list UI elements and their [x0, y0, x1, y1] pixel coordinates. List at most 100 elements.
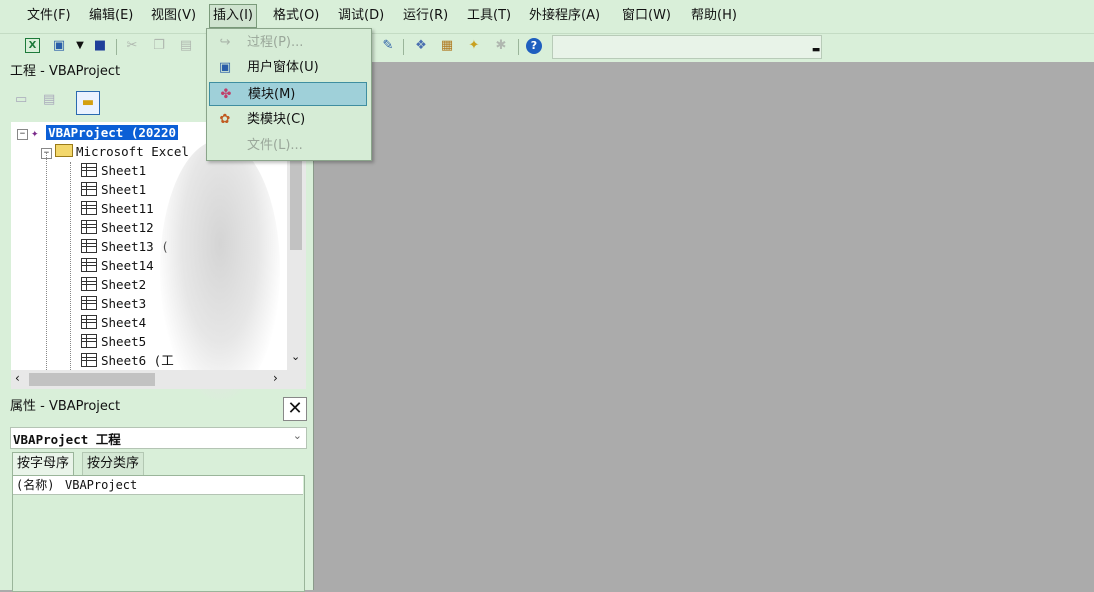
toggle-folders-icon[interactable]: ▬ — [76, 91, 100, 115]
menu-run[interactable]: 运行(R) — [403, 6, 448, 26]
sheet-icon — [81, 334, 97, 348]
tree-sheet[interactable]: Sheet14 — [81, 256, 154, 275]
tree-folder[interactable]: − Microsoft Excel — [41, 142, 189, 161]
scroll-down-icon[interactable]: ⌄ — [291, 350, 300, 363]
scroll-right-icon[interactable]: › — [273, 371, 278, 385]
object-selector-value: VBAProject 工程 — [13, 432, 121, 447]
toolbar-separator — [116, 39, 117, 55]
menu-insert[interactable]: 插入(I) — [209, 4, 257, 28]
sheet-icon — [81, 353, 97, 367]
tree-guide-line — [46, 152, 47, 370]
menu-debug[interactable]: 调试(D) — [338, 6, 384, 26]
sheet-label: Sheet5 — [101, 334, 147, 349]
view-object-icon[interactable]: ▤ — [42, 91, 66, 115]
sheet-icon — [81, 201, 97, 215]
menu-edit[interactable]: 编辑(E) — [89, 6, 133, 26]
sheet-icon — [81, 277, 97, 291]
sheet-label: Sheet12 — [101, 220, 154, 235]
sheet-icon — [81, 220, 97, 234]
menu-item-file[interactable]: 文件(L)... — [209, 134, 367, 158]
sheet-icon — [81, 296, 97, 310]
vba-project-icon: ✦ — [31, 125, 39, 140]
procedure-icon: ↪ — [219, 35, 231, 50]
tree-sheet[interactable]: Sheet3 — [81, 294, 146, 313]
sheet-label: Sheet6 (工 — [101, 353, 174, 368]
menu-window[interactable]: 窗口(W) — [622, 6, 671, 26]
property-value[interactable]: VBAProject — [65, 476, 137, 494]
properties-title: 属性 - VBAProject — [10, 399, 121, 414]
tree-sheet[interactable]: Sheet2 — [81, 275, 146, 294]
sheet-icon — [81, 258, 97, 272]
scroll-thumb[interactable] — [29, 373, 155, 386]
toolbox-icon[interactable]: ✱ — [493, 38, 509, 54]
chevron-down-icon[interactable]: ⌄ — [293, 429, 302, 442]
tree-sheet[interactable]: Sheet6 (工 — [81, 351, 174, 370]
sheet-icon — [81, 315, 97, 329]
sheet-label: Sheet1 — [101, 182, 147, 197]
toolbar-separator — [403, 39, 404, 55]
cut-icon[interactable]: ✂ — [124, 38, 140, 54]
tree-sheet[interactable]: Sheet1 — [81, 180, 146, 199]
tree-sheet[interactable]: Sheet5 — [81, 332, 146, 351]
menu-addins[interactable]: 外接程序(A) — [529, 6, 600, 26]
module-icon: ✤ — [220, 87, 232, 102]
dropdown-arrow-icon[interactable]: ▼ — [72, 38, 88, 54]
menu-view[interactable]: 视图(V) — [151, 6, 196, 26]
sheet-icon — [81, 182, 97, 196]
menu-item-module[interactable]: ✤ 模块(M) — [209, 82, 367, 106]
tree-sheet[interactable]: Sheet11 — [81, 199, 154, 218]
tab-alphabetic[interactable]: 按字母序 — [12, 452, 75, 475]
tree-sheet[interactable]: Sheet12 — [81, 218, 154, 237]
tree-guide-line — [70, 162, 71, 370]
sheet-label: Sheet14 — [101, 258, 154, 273]
close-icon[interactable]: ✕ — [283, 397, 307, 421]
class-module-icon: ✿ — [219, 112, 231, 127]
sheet-label: Sheet4 — [101, 315, 147, 330]
scroll-left-icon[interactable]: ‹ — [15, 371, 20, 385]
menu-format[interactable]: 格式(O) — [273, 6, 319, 26]
tree-horizontal-scrollbar[interactable]: ‹ › — [11, 370, 306, 389]
folder-label: Microsoft Excel — [76, 144, 189, 159]
project-explorer-icon[interactable]: ❖ — [413, 38, 429, 54]
menu-tools[interactable]: 工具(T) — [467, 6, 511, 26]
standard-toolbar: X ▣ ▼ ■ ✂ ❐ ▤ ✎ ❖ ▦ ✦ ✱ ? ▬ — [0, 33, 1094, 62]
sheet-label: Sheet13 ( — [101, 239, 169, 254]
paste-icon[interactable]: ▤ — [178, 38, 194, 54]
property-row[interactable]: (名称) VBAProject — [13, 476, 303, 495]
toolbar-separator — [518, 39, 519, 55]
tree-sheet[interactable]: Sheet1 — [81, 161, 146, 180]
sheet-label: Sheet2 — [101, 277, 147, 292]
design-mode-icon[interactable]: ✎ — [380, 38, 396, 54]
property-name: (名称) — [16, 478, 55, 492]
toolbar-options-icon[interactable]: ▬ — [808, 42, 824, 58]
help-icon[interactable]: ? — [526, 38, 542, 54]
folder-icon — [55, 144, 73, 157]
tree-root-label: VBAProject (20220 — [46, 125, 178, 140]
properties-icon[interactable]: ▦ — [439, 38, 455, 54]
sheet-icon — [81, 239, 97, 253]
menu-item-procedure[interactable]: ↪ 过程(P)... — [209, 31, 367, 55]
menu-item-class-module[interactable]: ✿ 类模块(C) — [209, 108, 367, 132]
object-selector[interactable]: VBAProject 工程 ⌄ — [10, 427, 307, 449]
tree-sheet[interactable]: Sheet4 — [81, 313, 146, 332]
object-browser-icon[interactable]: ✦ — [466, 38, 482, 54]
sheet-label: Sheet3 — [101, 296, 147, 311]
redaction-blur — [160, 140, 280, 400]
sheet-icon — [81, 163, 97, 177]
collapse-icon[interactable]: − — [17, 129, 28, 140]
view-code-icon[interactable]: ▭ — [14, 91, 38, 115]
insert-object-icon[interactable]: ▣ — [51, 38, 67, 54]
sheet-label: Sheet11 — [101, 201, 154, 216]
menu-file[interactable]: 文件(F) — [27, 6, 71, 26]
menu-help[interactable]: 帮助(H) — [691, 6, 737, 26]
menu-item-userform[interactable]: ▣ 用户窗体(U) — [209, 56, 367, 80]
tree-root[interactable]: − ✦ VBAProject (20220 — [17, 123, 178, 142]
properties-grid: (名称) VBAProject — [12, 475, 305, 592]
sheet-label: Sheet1 — [101, 163, 147, 178]
cursor-position-box — [552, 35, 822, 59]
excel-view-icon[interactable]: X — [25, 38, 40, 53]
tree-sheet[interactable]: Sheet13 ( — [81, 237, 169, 256]
copy-icon[interactable]: ❐ — [151, 38, 167, 54]
save-icon[interactable]: ■ — [92, 38, 108, 54]
tab-categorized[interactable]: 按分类序 — [82, 452, 145, 475]
